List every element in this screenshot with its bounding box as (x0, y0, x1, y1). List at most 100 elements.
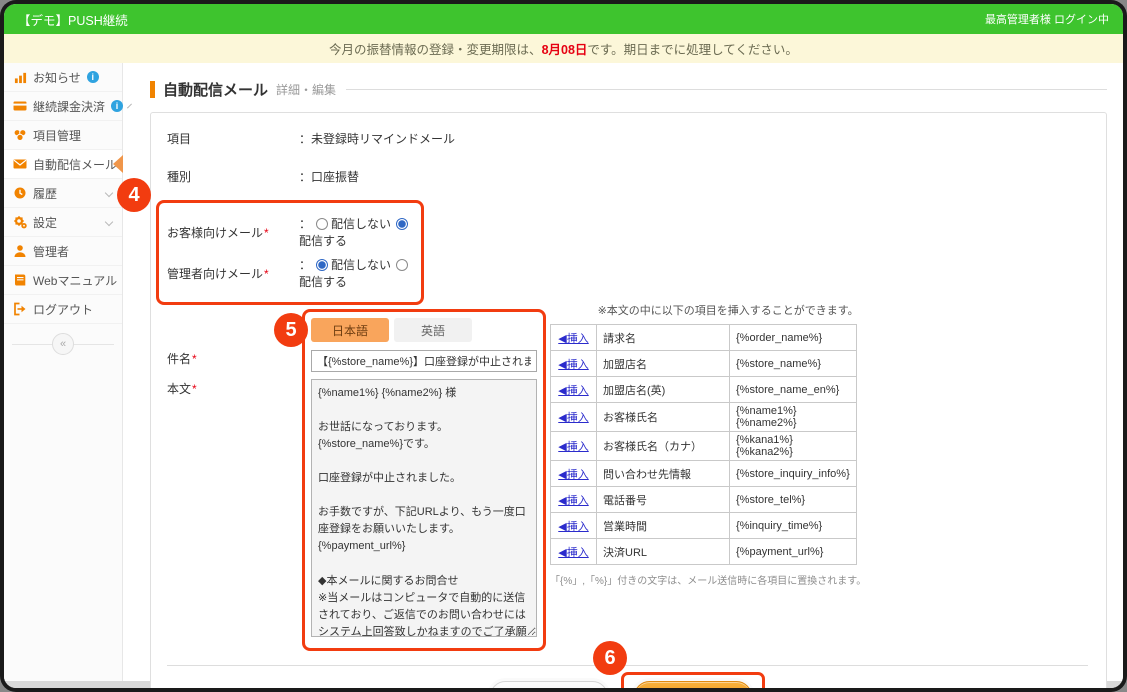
variable-label: 営業時間 (596, 512, 730, 539)
insert-link[interactable]: ◀挿入 (558, 385, 588, 397)
save-button[interactable]: 保存する (634, 681, 752, 688)
table-row: ◀挿入 加盟店名 {%store_name%} (550, 350, 857, 377)
annotation-box-5: 5 日本語 英語 {%name1%} {%name2%} 様 お世話になっており… (274, 309, 546, 651)
radio-admin-on[interactable] (396, 259, 409, 271)
insert-link[interactable]: ◀挿入 (558, 412, 588, 424)
sidebar-item-settings[interactable]: 設定 (4, 208, 122, 237)
radio-admin-on-label[interactable]: 配信する (299, 275, 347, 289)
bar-chart-icon (13, 70, 27, 84)
radio-customer-off[interactable] (316, 218, 329, 230)
main-content: 自動配信メール 詳細・編集 項目 ：未登録時リマインドメール 種別 ：口座振替 … (117, 63, 1123, 688)
table-row: ◀挿入 お客様氏名（カナ） {%kana1%} {%kana2%} (550, 431, 857, 461)
variable-code: {%name1%} {%name2%} (729, 402, 857, 432)
page-title: 自動配信メール (163, 82, 269, 99)
sidebar-item-label: 履歴 (33, 186, 58, 201)
sidebar-item-admin[interactable]: 管理者 (4, 237, 122, 266)
insert-variables-panel: ※本文の中に以下の項目を挿入することができます。 ◀挿入 請求名 {%order… (550, 302, 866, 587)
detail-panel: 項目 ：未登録時リマインドメール 種別 ：口座振替 4 お客様向けメール* ：配… (117, 112, 1107, 688)
page-title-row: 自動配信メール 詳細・編集 (150, 79, 1107, 100)
top-bar: 【デモ】PUSH継続 最高管理者様 ログイン中 (4, 4, 1123, 34)
sidebar-item-logout[interactable]: ログアウト (4, 295, 122, 324)
annotation-circle-4: 4 (117, 178, 151, 212)
table-row: ◀挿入 電話番号 {%store_tel%} (550, 486, 857, 513)
login-status: 最高管理者様 ログイン中 (984, 14, 1109, 26)
screen: 【デモ】PUSH継続 最高管理者様 ログイン中 今月の振替情報の登録・変更期限は… (4, 4, 1123, 688)
book-icon (13, 273, 27, 287)
insert-variables-table: ◀挿入 請求名 {%order_name%} ◀挿入 加盟店名 {%store_… (550, 324, 857, 565)
table-row: ◀挿入 お客様氏名 {%name1%} {%name2%} (550, 402, 857, 432)
notice-prefix: 今月の振替情報の登録・変更期限は、 (329, 43, 542, 57)
sidebar-item-label: ログアウト (33, 302, 94, 317)
info-icon: i (86, 71, 99, 83)
radio-admin-off[interactable] (316, 259, 329, 271)
table-row: ◀挿入 加盟店名(英) {%store_name_en%} (550, 376, 857, 403)
body-label: 本文* (167, 382, 197, 396)
variable-label: 請求名 (596, 324, 730, 351)
gears-icon (13, 215, 27, 229)
coins-icon (13, 128, 27, 142)
sidebar-item-auto-mail[interactable]: 自動配信メール (4, 150, 123, 179)
variable-code: {%order_name%} (729, 324, 857, 351)
info-icon: i (111, 100, 124, 112)
variable-label: 決済URL (596, 538, 730, 565)
field-value: ：口座振替 (299, 170, 360, 184)
sidebar-collapse-row: « (4, 332, 122, 356)
annotation-circle-5: 5 (274, 313, 308, 347)
required-mark: * (264, 266, 269, 281)
tab-japanese[interactable]: 日本語 (311, 318, 389, 342)
person-icon (13, 244, 27, 258)
sidebar: お知らせ i 継続課金決済 i 項目管理 自動配信メール 履歴 設定 管理者 W… (4, 63, 132, 681)
insert-link[interactable]: ◀挿入 (558, 333, 588, 345)
table-row: ◀挿入 問い合わせ先情報 {%store_inquiry_info%} (550, 460, 857, 487)
sidebar-item-billing[interactable]: 継続課金決済 i (4, 92, 132, 121)
field-label: お客様向けメール* (167, 225, 269, 240)
field-row-admin-mail: 管理者向けメール* ：配信しない配信する (167, 256, 413, 290)
annotation-box-6: 6 保存する (593, 641, 765, 688)
window-frame: 【デモ】PUSH継続 最高管理者様 ログイン中 今月の振替情報の登録・変更期限は… (0, 0, 1127, 692)
insert-note: ※本文の中に以下の項目を挿入することができます。 (597, 305, 859, 317)
variable-code: {%store_name_en%} (729, 376, 857, 403)
sidebar-item-item-management[interactable]: 項目管理 (4, 121, 122, 150)
variable-label: 問い合わせ先情報 (596, 460, 730, 487)
body-textarea[interactable]: {%name1%} {%name2%} 様 お世話になっております。 {%sto… (311, 379, 537, 637)
subject-label: 件名* (167, 352, 197, 366)
sidebar-item-label: 管理者 (33, 244, 70, 259)
variable-label: お客様氏名 (596, 402, 730, 432)
radio-group-admin: ：配信しない配信する (299, 256, 413, 290)
chevron-down-icon (104, 188, 114, 198)
sidebar-item-label: Webマニュアル (33, 273, 118, 288)
radio-customer-on-label[interactable]: 配信する (299, 234, 347, 248)
insert-footnote: 「{%」,「%}」付きの文字は、メール送信時に各項目に置換されます。 (550, 576, 867, 587)
app-title: 【デモ】PUSH継続 (18, 13, 128, 28)
annotation-box-4: 4 お客様向けメール* ：配信しない配信する 管理者向けメール* ：配信しない配… (117, 178, 424, 305)
sidebar-collapse-button[interactable]: « (52, 333, 74, 355)
subject-input[interactable] (311, 350, 537, 372)
insert-link[interactable]: ◀挿入 (558, 547, 588, 559)
back-button[interactable]: 戻る (490, 681, 608, 688)
logout-icon (13, 302, 27, 316)
insert-link[interactable]: ◀挿入 (558, 441, 588, 453)
sidebar-item-news[interactable]: お知らせ i (4, 63, 122, 92)
sidebar-item-web-manual[interactable]: Webマニュアル (4, 266, 122, 295)
insert-link[interactable]: ◀挿入 (558, 469, 588, 481)
credit-card-icon (13, 99, 27, 113)
insert-link[interactable]: ◀挿入 (558, 359, 588, 371)
variable-code: {%store_tel%} (729, 486, 857, 513)
insert-link[interactable]: ◀挿入 (558, 495, 588, 507)
tab-english[interactable]: 英語 (394, 318, 472, 342)
chevron-down-icon (104, 217, 114, 227)
table-row: ◀挿入 営業時間 {%inquiry_time%} (550, 512, 857, 539)
radio-admin-off-label[interactable]: 配信しない (331, 258, 391, 272)
field-row-customer-mail: お客様向けメール* ：配信しない配信する (167, 215, 413, 249)
radio-customer-on[interactable] (396, 218, 409, 230)
field-label: 種別 (167, 170, 192, 184)
notice-suffix: です。期日までに処理してください。 (587, 43, 798, 57)
table-row: ◀挿入 決済URL {%payment_url%} (550, 538, 857, 565)
sidebar-item-history[interactable]: 履歴 (4, 179, 122, 208)
radio-customer-off-label[interactable]: 配信しない (331, 217, 391, 231)
insert-link[interactable]: ◀挿入 (558, 521, 588, 533)
variable-label: 加盟店名(英) (596, 376, 730, 403)
radio-group-customer: ：配信しない配信する (299, 215, 413, 249)
notice-deadline: 8月08日 (541, 43, 588, 57)
field-row-type: 種別 ：口座振替 (167, 168, 1088, 185)
